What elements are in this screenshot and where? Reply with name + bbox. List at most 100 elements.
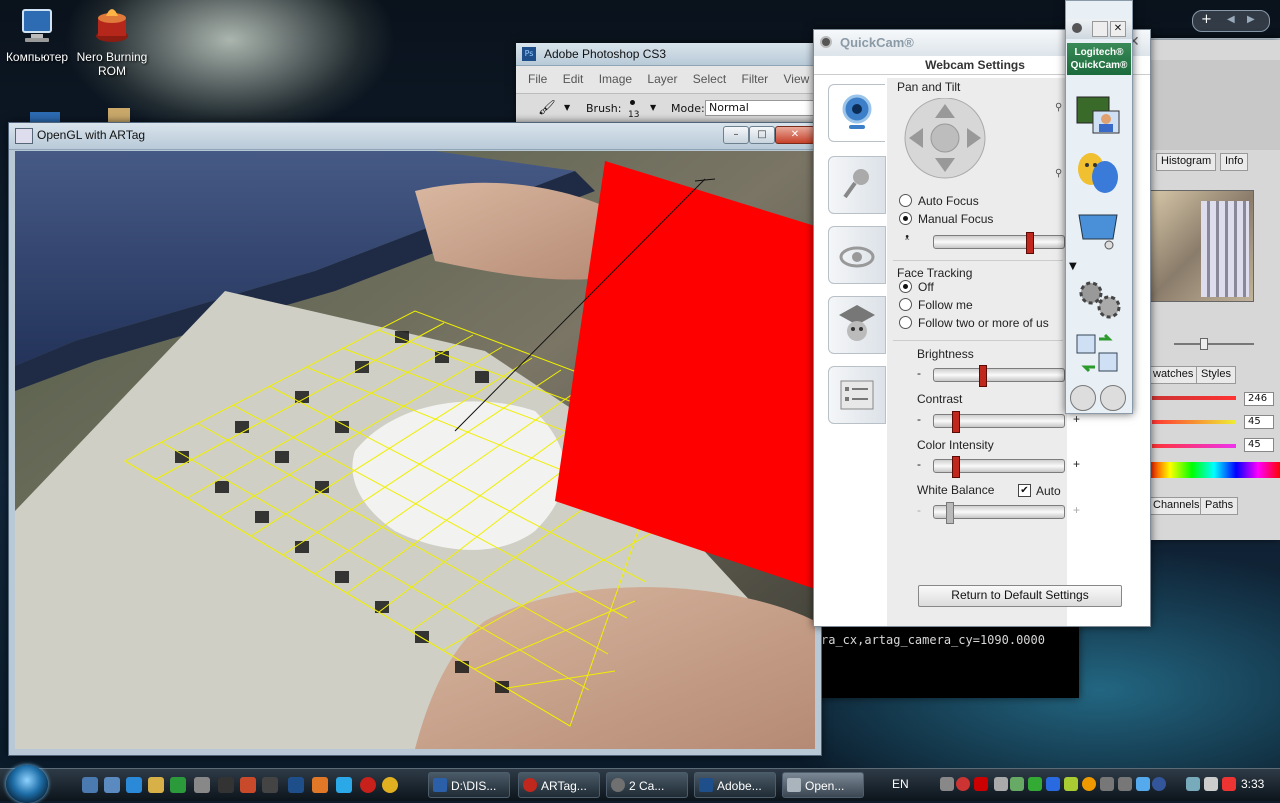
brush-tool-icon[interactable]: 🖌 [538,100,556,116]
close-button[interactable]: ✕ [1110,21,1126,37]
tray-icon[interactable] [940,777,954,791]
desktop-icon-nero[interactable]: Nero Burning ROM [72,6,152,78]
tab-webcam[interactable] [828,84,885,142]
app-icon[interactable] [240,777,256,793]
zoom-out-icon[interactable]: ⚲ [1055,168,1062,179]
face-tracking-off-radio[interactable] [899,280,912,293]
tool-preset-dropdown-icon[interactable]: ▼ [564,103,570,112]
bluetooth-icon[interactable] [1046,777,1060,791]
color-spectrum[interactable] [1148,462,1280,478]
network-icon[interactable] [1186,777,1200,791]
opengl-titlebar[interactable]: OpenGL with ARTag – □ ✕ [9,123,821,150]
start-button[interactable] [6,765,48,803]
video-capture-icon[interactable] [1075,93,1121,137]
tab-effects[interactable] [828,226,886,284]
slider-knob[interactable] [979,365,987,387]
menu-filter[interactable]: Filter [742,72,769,86]
internet-explorer-icon[interactable] [126,777,142,793]
tab-channels[interactable]: Channels [1148,497,1205,515]
tray-icon[interactable] [1028,777,1042,791]
return-default-button[interactable]: Return to Default Settings [918,585,1122,607]
tray-icon[interactable] [1222,777,1236,791]
tab-paths[interactable]: Paths [1200,497,1239,515]
tray-icon[interactable] [1136,777,1150,791]
slider-knob[interactable] [952,411,960,433]
contrast-plus[interactable]: + [1073,412,1080,426]
media-player-icon[interactable] [170,777,186,793]
face-tracking-follow-two-radio[interactable] [899,316,912,329]
pan-tilt-control[interactable] [903,98,993,182]
color-intensity-slider[interactable] [933,456,1065,478]
brightness-minus[interactable]: - [917,366,921,380]
tab-swatches[interactable]: watches [1148,366,1199,384]
display-icon[interactable] [1075,209,1121,253]
tools-icon[interactable] [1070,385,1096,411]
menu-file[interactable]: File [528,72,547,86]
tray-icon[interactable] [956,777,970,791]
photoshop-titlebar[interactable]: Ps Adobe Photoshop CS3 [516,43,836,66]
expand-arrow-icon[interactable]: ▼ [1069,261,1077,272]
arrow-right-icon[interactable]: ▶ [1247,14,1255,25]
color-value-b[interactable]: 45 [1244,438,1274,452]
firefox-icon[interactable] [312,777,328,793]
navigator-thumbnail[interactable] [1150,190,1254,302]
app-icon[interactable] [194,777,210,793]
focus-slider[interactable] [933,232,1065,254]
switch-windows-icon[interactable] [104,777,120,793]
slider-knob[interactable] [952,456,960,478]
ar-camera-view[interactable] [15,151,815,749]
taskbar-item[interactable]: 2 Ca... [606,772,688,798]
clock[interactable]: 3:33 [1241,777,1264,791]
logitech-bar-titlebar[interactable]: ✕ [1066,19,1132,39]
photoshop-window[interactable]: Ps Adobe Photoshop CS3 File Edit Image L… [516,43,836,125]
face-tracking-follow-two[interactable]: Follow two or more of us [899,316,1049,330]
contrast-slider[interactable] [933,411,1065,433]
face-tracking-follow-me-radio[interactable] [899,298,912,311]
contrast-minus[interactable]: - [917,412,921,426]
opengl-window[interactable]: OpenGL with ARTag – □ ✕ [8,122,822,756]
menu-edit[interactable]: Edit [563,72,584,86]
face-tracking-off[interactable]: Off [899,280,934,294]
brush-dropdown-icon[interactable]: ▼ [650,103,656,112]
maximize-button[interactable]: □ [749,126,775,144]
zoom-in-icon[interactable]: ⚲ [1055,102,1062,113]
arrow-left-icon[interactable]: ◀ [1227,14,1235,25]
tray-icon[interactable] [1010,777,1024,791]
color-slider-b[interactable] [1152,444,1236,448]
taskbar-item[interactable]: Adobe... [694,772,776,798]
chrome-icon[interactable] [382,777,398,793]
slider-knob[interactable] [1026,232,1034,254]
tab-avatar[interactable] [828,296,886,354]
color-value-g[interactable]: 45 [1244,415,1274,429]
color-intensity-minus[interactable]: - [917,457,921,471]
taskbar-item[interactable]: D:\DIS... [428,772,510,798]
tab-settings[interactable] [828,366,886,424]
manual-focus-option[interactable]: Manual Focus [899,212,993,226]
camera-icon[interactable] [1100,385,1126,411]
photoshop-quicklaunch-icon[interactable] [288,777,304,793]
face-tracking-follow-me[interactable]: Follow me [899,298,973,312]
color-slider-r[interactable] [1152,396,1236,400]
show-desktop-icon[interactable] [82,777,98,793]
contacts-icon[interactable] [1075,333,1121,375]
opera-icon[interactable] [360,777,376,793]
tray-icon[interactable] [1152,777,1166,791]
minimize-button[interactable]: – [723,126,749,144]
brush-preview[interactable] [630,100,635,105]
volume-icon[interactable] [1204,777,1218,791]
tab-histogram[interactable]: Histogram [1156,153,1217,171]
desktop-icon-computer[interactable]: Компьютер [0,6,77,64]
language-indicator[interactable]: EN [892,777,909,791]
taskbar-item[interactable]: Open... [782,772,864,798]
color-intensity-plus[interactable]: + [1073,457,1080,471]
gears-icon[interactable] [1075,277,1123,321]
brightness-slider[interactable] [933,365,1065,387]
color-value-r[interactable]: 246 [1244,392,1274,406]
tray-icon[interactable] [1082,777,1096,791]
manual-focus-radio[interactable] [899,212,912,225]
add-gadget-icon[interactable]: + [1201,12,1212,27]
auto-focus-option[interactable]: Auto Focus [899,194,979,208]
ati-icon[interactable] [974,777,988,791]
zoom-slider[interactable] [1174,338,1254,350]
tray-icon[interactable] [1064,777,1078,791]
